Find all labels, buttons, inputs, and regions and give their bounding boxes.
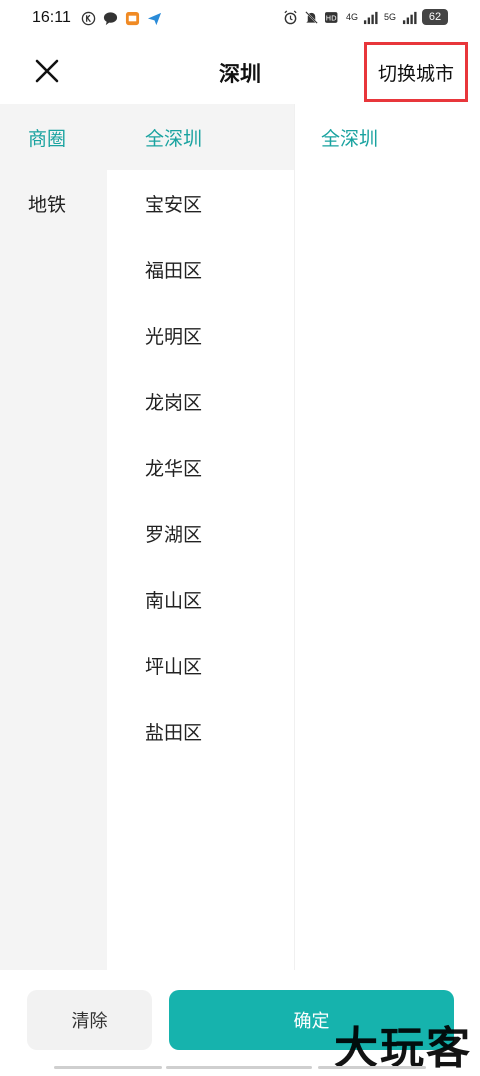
- district-item[interactable]: 光明区: [107, 302, 294, 368]
- district-item[interactable]: 罗湖区: [107, 500, 294, 566]
- confirm-button[interactable]: 确定: [169, 990, 454, 1050]
- district-column: 全深圳 宝安区 福田区 光明区 龙岗区 龙华区 罗湖区 南山区 坪山区 盐田区: [107, 104, 294, 970]
- network-5g-label: 5G: [383, 11, 396, 22]
- category-column: 商圈 地铁: [0, 104, 107, 970]
- district-item[interactable]: 龙岗区: [107, 368, 294, 434]
- location-selector: 商圈 地铁 全深圳 宝安区 福田区 光明区 龙岗区 龙华区 罗湖区 南山区 坪山…: [0, 104, 480, 970]
- signal-icon: [401, 9, 417, 25]
- app-badge-icon: [124, 10, 140, 26]
- district-item-all[interactable]: 全深圳: [107, 104, 294, 170]
- clear-button[interactable]: 清除: [27, 990, 152, 1050]
- signal-icon: [363, 9, 379, 25]
- switch-city-button[interactable]: 切换城市: [364, 42, 468, 102]
- district-item[interactable]: 盐田区: [107, 698, 294, 764]
- status-time: 16:11: [32, 9, 71, 26]
- mute-icon: [304, 9, 320, 25]
- district-item[interactable]: 坪山区: [107, 632, 294, 698]
- nav-indicator: [166, 1066, 312, 1069]
- alarm-icon: [283, 9, 299, 25]
- network-4g-label: 4G: [345, 11, 358, 22]
- sub-area-column: 全深圳: [294, 104, 480, 970]
- category-item-business-district[interactable]: 商圈: [0, 104, 107, 170]
- chat-bubble-icon: [102, 10, 118, 26]
- bottom-action-bar: 清除 确定 大玩客: [0, 970, 480, 1074]
- status-bar: 16:11 HD 4G 5G 62: [0, 0, 480, 38]
- hd-icon: HD: [324, 9, 341, 25]
- header: 深圳 切换城市: [0, 38, 480, 104]
- sub-area-item-all[interactable]: 全深圳: [295, 104, 480, 170]
- district-item[interactable]: 龙华区: [107, 434, 294, 500]
- nav-indicator: [54, 1066, 162, 1069]
- svg-text:HD: HD: [326, 13, 337, 22]
- district-item[interactable]: 宝安区: [107, 170, 294, 236]
- status-system-icons: HD 4G 5G 62: [283, 9, 448, 25]
- nav-indicator: [318, 1066, 426, 1069]
- district-item[interactable]: 福田区: [107, 236, 294, 302]
- category-item-subway[interactable]: 地铁: [0, 170, 107, 236]
- k-app-icon: [80, 10, 96, 26]
- send-arrow-icon: [146, 10, 162, 26]
- status-notification-icons: [80, 10, 162, 26]
- district-item[interactable]: 南山区: [107, 566, 294, 632]
- battery-indicator: 62: [422, 9, 448, 25]
